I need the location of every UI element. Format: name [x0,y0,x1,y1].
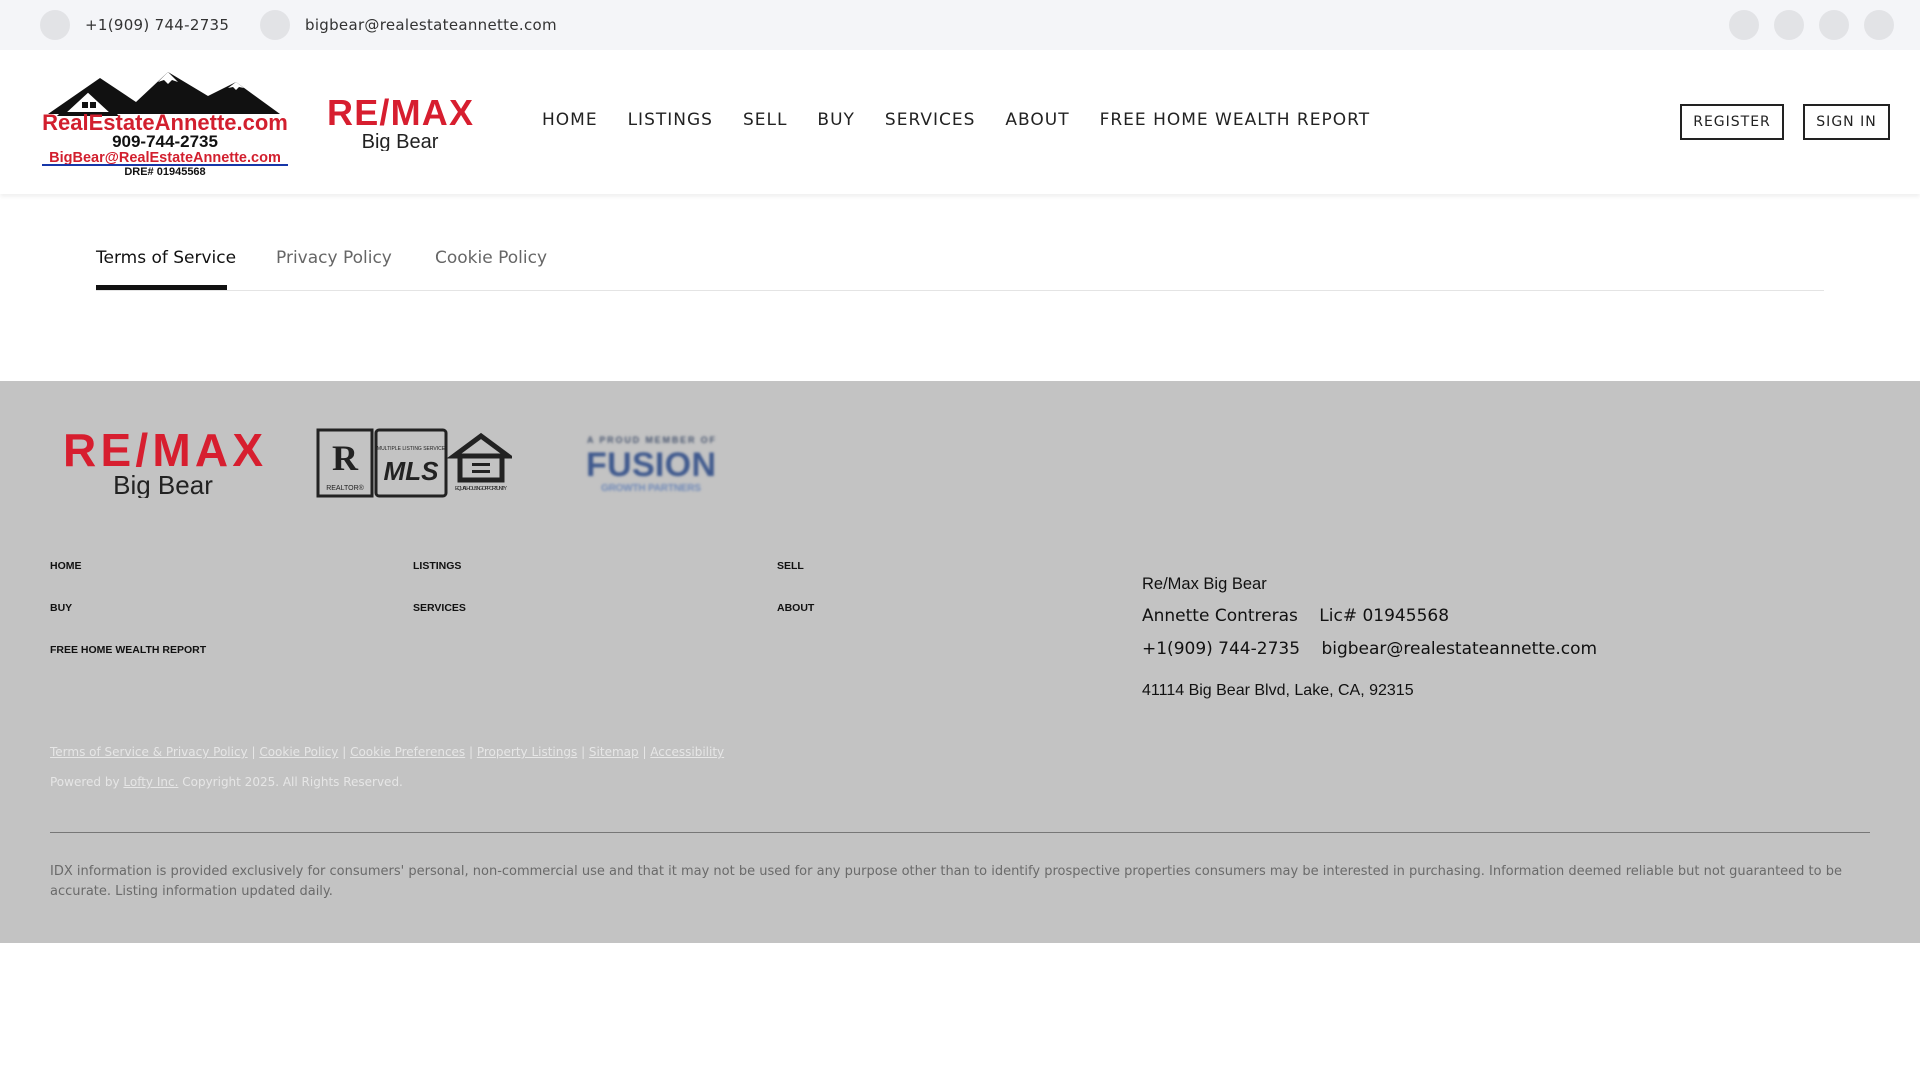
phone-icon [40,10,70,40]
mls-text: MLS [384,456,440,486]
social-icon-3[interactable] [1819,10,1849,40]
social-icon-1[interactable] [1729,10,1759,40]
tab-privacy-policy[interactable]: Privacy Policy [276,248,392,268]
email-icon [260,10,290,40]
office-name: Re/Max Big Bear [1142,575,1267,593]
site-footer: RE/MAX Big Bear R REALTOR® MULTIPLE LIST… [0,381,1920,943]
realtor-letter: R [332,438,359,478]
realtor-mls-eho-logo: R REALTOR® MULTIPLE LISTING SERVICE MLS … [316,428,512,498]
footer-nav-home[interactable]: HOME [50,560,82,572]
fusion-brand-text: FUSION [586,446,716,484]
footer-nav-listings[interactable]: LISTINGS [413,560,461,572]
nav-listings[interactable]: LISTINGS [628,110,713,130]
topbar-phone-text[interactable]: +1(909) 744-2735 [85,16,229,34]
office-email[interactable]: bigbear@realestateannette.com [1321,639,1597,659]
house-window [82,102,88,108]
footer-remax-sub: Big Bear [113,470,213,498]
remax-brand-text: RE/MAX [327,95,473,133]
link-cookie-preferences[interactable]: Cookie Preferences [350,745,465,759]
footer-remax-brand: RE/MAX [63,426,263,476]
tab-terms-of-service[interactable]: Terms of Service [96,248,236,268]
footer-nav-about[interactable]: ABOUT [777,602,814,614]
nav-sell[interactable]: SELL [743,110,787,130]
office-phone[interactable]: +1(909) 744-2735 [1142,639,1300,659]
footer-remax-logo[interactable]: RE/MAX Big Bear [62,426,264,498]
social-icon-2[interactable] [1774,10,1804,40]
site-header: RealEstateAnnette.com 909-744-2735 BigBe… [0,50,1920,194]
agent-name: Annette Contreras [1142,606,1298,626]
office-contact-line: +1(909) 744-2735 bigbear@realestateannet… [1142,639,1597,659]
link-terms-privacy[interactable]: Terms of Service & Privacy Policy [50,745,248,759]
logo-dre-text: DRE# 01945568 [124,166,205,176]
sign-in-button[interactable]: SIGN IN [1803,104,1890,140]
footer-nav-free-home-wealth-report[interactable]: FREE HOME WEALTH REPORT [50,644,206,656]
top-contact-bar: +1(909) 744-2735 bigbear@realestateannet… [0,0,1920,50]
fusion-sub-text: GROWTH PARTNERS [601,483,701,494]
topbar-phone[interactable]: +1(909) 744-2735 [40,10,229,40]
topbar-email-text[interactable]: bigbear@realestateannette.com [305,16,557,34]
link-property-listings[interactable]: Property Listings [477,745,577,759]
policy-tabs: Terms of Service Privacy Policy Cookie P… [96,230,1824,291]
equal-housing-icon [446,432,512,459]
legal-links: Terms of Service & Privacy Policy | Cook… [50,745,725,759]
nav-about[interactable]: ABOUT [1005,110,1069,130]
idx-disclaimer: IDX information is provided exclusively … [50,864,1842,899]
realtor-text: REALTOR® [326,484,364,492]
footer-divider [50,832,1870,833]
link-accessibility[interactable]: Accessibility [650,745,724,759]
remax-sub-text: Big Bear [362,131,439,151]
fusion-top-text: A PROUD MEMBER OF [587,435,716,445]
logo-phone-text: 909-744-2735 [112,132,218,151]
remax-logo[interactable]: RE/MAX Big Bear [326,95,474,151]
social-icon-4[interactable] [1864,10,1894,40]
mls-small-text: MULTIPLE LISTING SERVICE [377,446,446,452]
nav-buy[interactable]: BUY [817,110,855,130]
social-links [1729,10,1894,40]
register-button[interactable]: REGISTER [1680,104,1784,140]
topbar-email[interactable]: bigbear@realestateannette.com [260,10,557,40]
equal-housing-house [457,453,505,483]
footer-nav-sell[interactable]: SELL [777,560,804,572]
powered-by: Powered by Lofty Inc. Copyright 2025. Al… [50,775,403,789]
office-agent-line: Annette Contreras Lic# 01945568 [1142,606,1449,626]
fusion-growth-partners-logo: A PROUD MEMBER OF FUSION GROWTH PARTNERS [586,435,716,494]
agent-license: Lic# 01945568 [1319,606,1450,626]
footer-nav-services[interactable]: SERVICES [413,602,466,614]
nav-services[interactable]: SERVICES [885,110,975,130]
footer-nav-buy[interactable]: BUY [50,602,72,614]
powered-prefix: Powered by [50,775,120,789]
tab-cookie-policy[interactable]: Cookie Policy [435,248,547,268]
link-cookie-policy[interactable]: Cookie Policy [259,745,338,759]
eho-bar [472,463,490,466]
copyright-text: Copyright 2025. All Rights Reserved. [182,775,403,789]
logo-email-text: BigBear@RealEstateAnnette.com [49,150,281,166]
office-address: 41114 Big Bear Blvd, Lake, CA, 92315 [1142,682,1414,699]
link-sitemap[interactable]: Sitemap [589,745,639,759]
realestateannette-logo[interactable]: RealEstateAnnette.com 909-744-2735 BigBe… [40,68,290,176]
eho-text: EQUAL HOUSING OPPORTUNITY [455,486,507,492]
nav-free-home-wealth-report[interactable]: FREE HOME WEALTH REPORT [1100,110,1370,130]
nav-home[interactable]: HOME [542,110,598,130]
eho-bar [472,470,490,473]
house-window [90,102,96,108]
link-lofty[interactable]: Lofty Inc. [123,775,178,789]
main-nav: HOME LISTINGS SELL BUY SERVICES ABOUT FR… [542,110,1370,130]
active-tab-indicator [96,285,227,290]
